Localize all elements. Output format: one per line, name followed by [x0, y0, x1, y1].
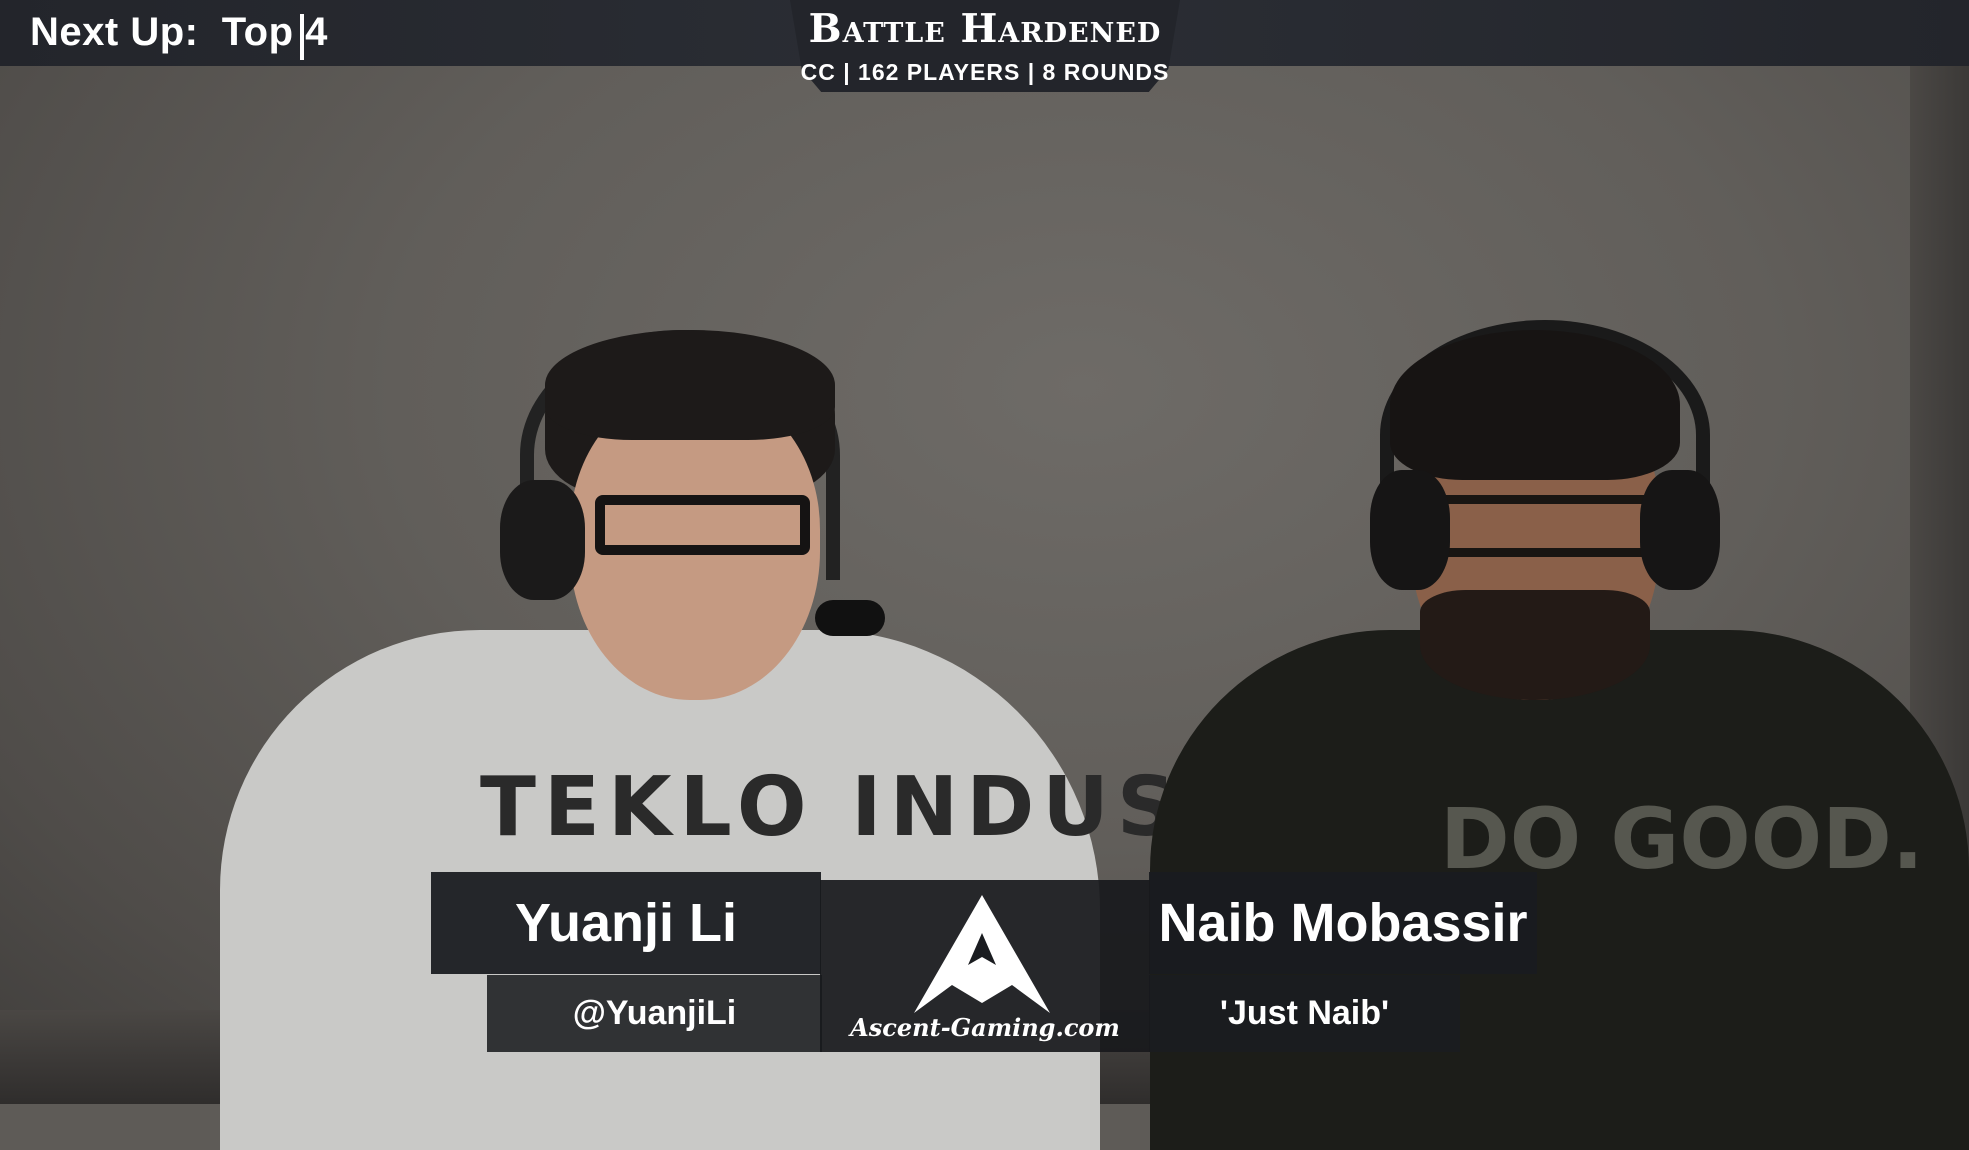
next-up-value: Top 4 — [221, 10, 328, 54]
caster-right-beard — [1420, 590, 1650, 700]
next-up-label: Next Up: — [30, 10, 199, 54]
caster-left-fringe — [545, 330, 835, 440]
caster-left-name: Yuanji Li — [514, 893, 738, 953]
banner-divider — [300, 14, 304, 60]
caster-right-handle: 'Just Naib' — [1219, 994, 1390, 1032]
caster-right-hair — [1390, 330, 1680, 480]
ascent-mountain-logo-icon — [914, 895, 1050, 1013]
event-title: Battle Hardened — [808, 6, 1162, 52]
caster-right-name: Naib Mobassir — [1158, 893, 1528, 953]
caster-left-headset-earcup — [500, 480, 585, 600]
next-up-text: Next Up: Top 4 — [30, 10, 328, 55]
event-subtitle: CC | 162 PLAYERS | 8 ROUNDS — [800, 59, 1170, 85]
caster-left-microphone — [815, 600, 885, 636]
caster-left-glasses — [595, 495, 810, 555]
caster-right-headset-earcup — [1370, 470, 1450, 590]
caster-right-headset-earcup-2 — [1640, 470, 1720, 590]
sponsor-logo-text: Ascent-Gaming.com — [850, 1013, 1120, 1042]
caster-left-handle: @YuanjiLi — [572, 994, 737, 1032]
